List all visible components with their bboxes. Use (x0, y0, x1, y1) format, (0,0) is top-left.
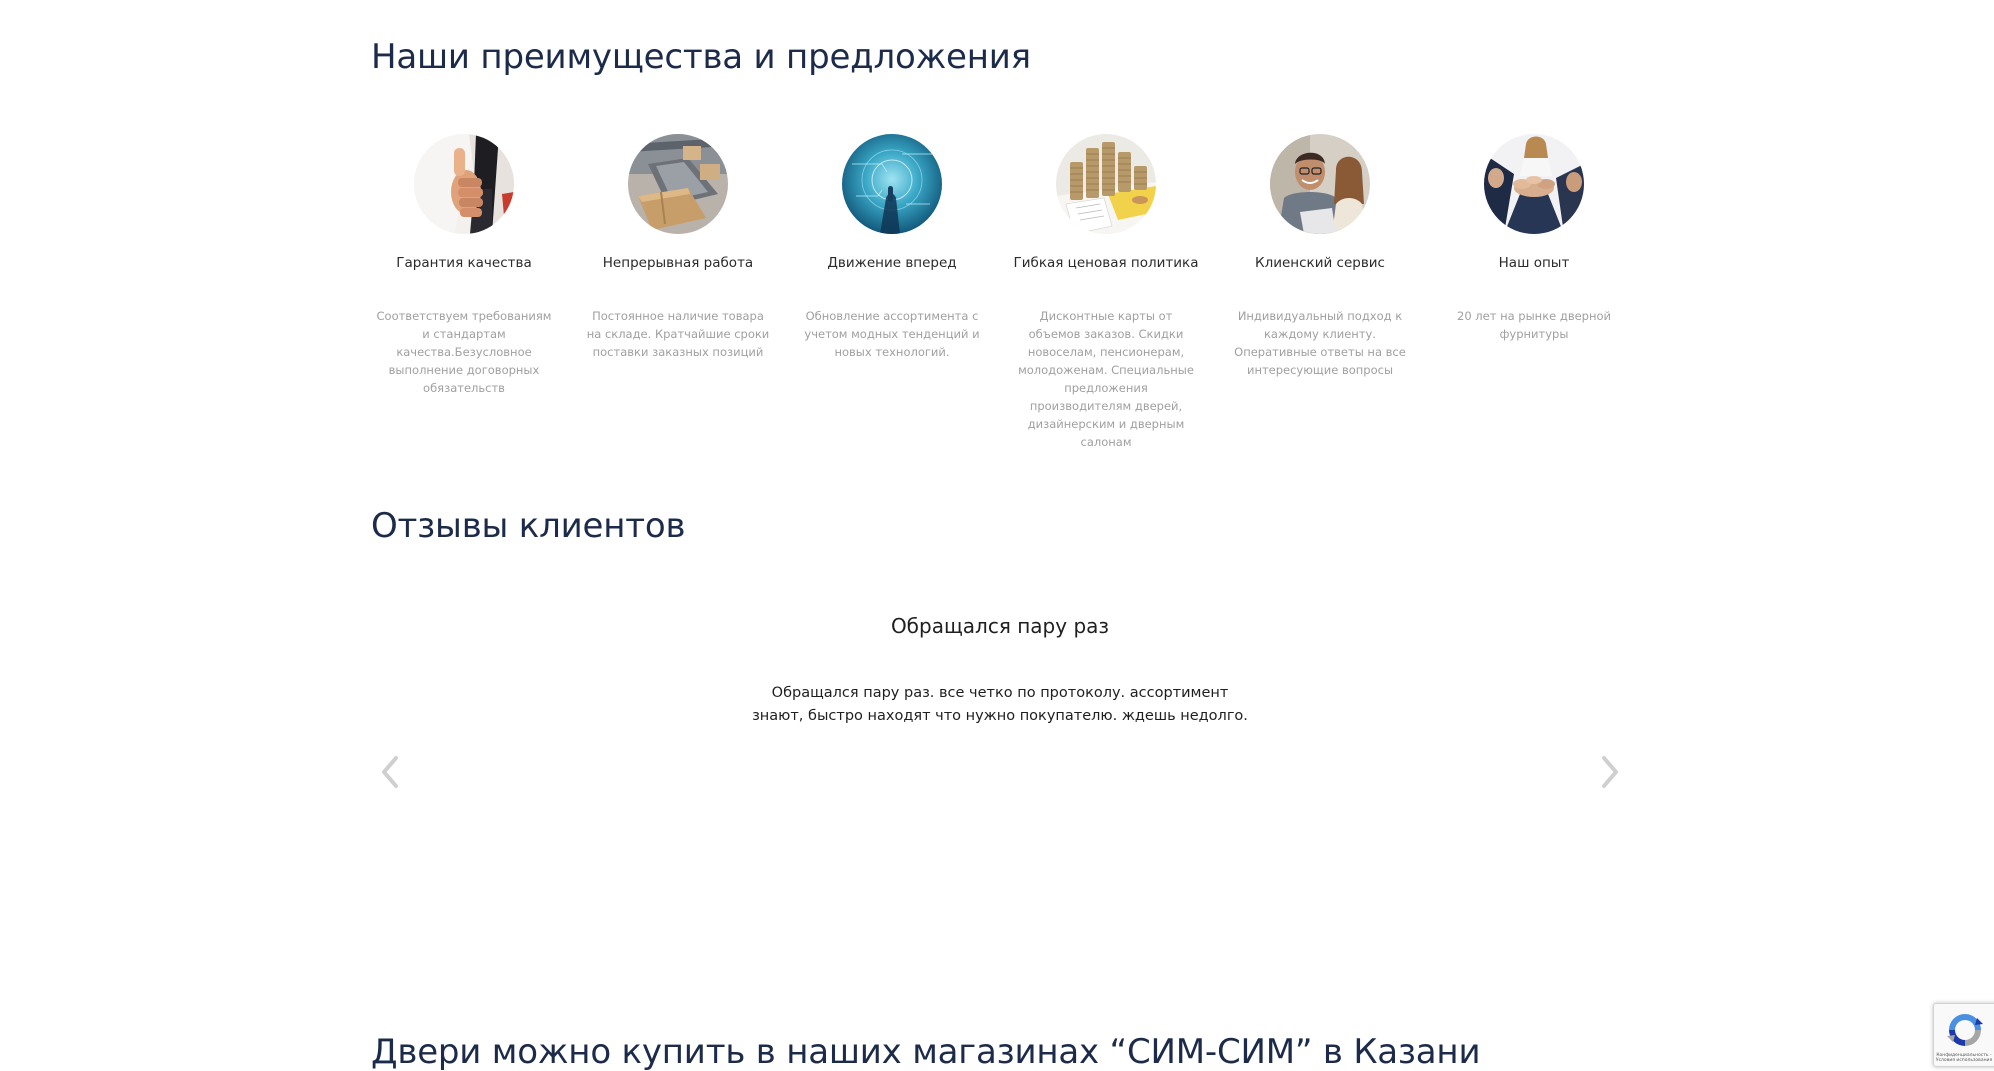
customer-service-photo-icon (1270, 134, 1370, 234)
feature-description: Дисконтные карты от объемов заказов. Ски… (1018, 309, 1194, 449)
recaptcha-logo-icon (1947, 1014, 1983, 1046)
warehouse-boxes-photo-icon (628, 134, 728, 234)
feature-title: Непрерывная работа (602, 255, 754, 271)
feature-description: Постоянное наличие товара на складе. Кра… (586, 309, 770, 359)
feature-description: Обновление ассортимента с учетом модных … (804, 309, 980, 359)
carousel-next-button[interactable] (1594, 752, 1624, 792)
stores-heading: Двери можно купить в наших магазинах “СИ… (371, 1032, 1481, 1071)
coins-stacks-photo-icon (1056, 134, 1156, 234)
features-grid: Гарантия качества Соответствуем требован… (357, 130, 1641, 450)
review-title: Обращался пару раз (890, 614, 1110, 638)
feature-description: 20 лет на рынке дверной фурнитуры (1457, 309, 1611, 341)
feature-customer-service: Клиенский сервис Индивидуальный подход к… (1213, 130, 1427, 379)
feature-continuous-work: Непрерывная работа Постоянное наличие то… (571, 130, 785, 361)
feature-quality: Гарантия качества Соответствуем требован… (357, 130, 571, 397)
reviews-heading: Отзывы клиентов (371, 506, 686, 546)
review-text: Обращался пару раз. все четко по протоко… (752, 685, 1248, 724)
feature-title: Гарантия качества (396, 255, 532, 271)
technology-touch-photo-icon (842, 134, 942, 234)
feature-experience: Наш опыт 20 лет на рынке дверной фурниту… (1427, 130, 1641, 343)
advantages-heading: Наши преимущества и предложения (371, 37, 1031, 77)
feature-title: Движение вперед (827, 255, 957, 271)
feature-title: Клиенский сервис (1255, 255, 1385, 271)
carousel-prev-button[interactable] (376, 752, 406, 792)
thumbs-up-photo-icon (414, 134, 514, 234)
recaptcha-badge[interactable]: Конфиденциальность - Условия использован… (1933, 1003, 1994, 1067)
chevron-right-icon (1602, 756, 1618, 788)
feature-moving-forward: Движение вперед Обновление ассортимента … (785, 130, 999, 361)
feature-description: Соответствуем требованиям и стандартам к… (376, 309, 552, 395)
feature-description: Индивидуальный подход к каждому клиенту.… (1234, 309, 1406, 377)
feature-flexible-pricing: Гибкая ценовая политика Дисконтные карты… (999, 130, 1213, 451)
team-hands-photo-icon (1484, 134, 1584, 234)
feature-title: Наш опыт (1498, 255, 1570, 271)
feature-title: Гибкая ценовая политика (1013, 255, 1199, 271)
page: Наши преимущества и предложения Гарантия… (0, 0, 1994, 1071)
recaptcha-caption: Конфиденциальность - Условия использован… (1935, 1053, 1993, 1063)
chevron-left-icon (382, 756, 398, 788)
